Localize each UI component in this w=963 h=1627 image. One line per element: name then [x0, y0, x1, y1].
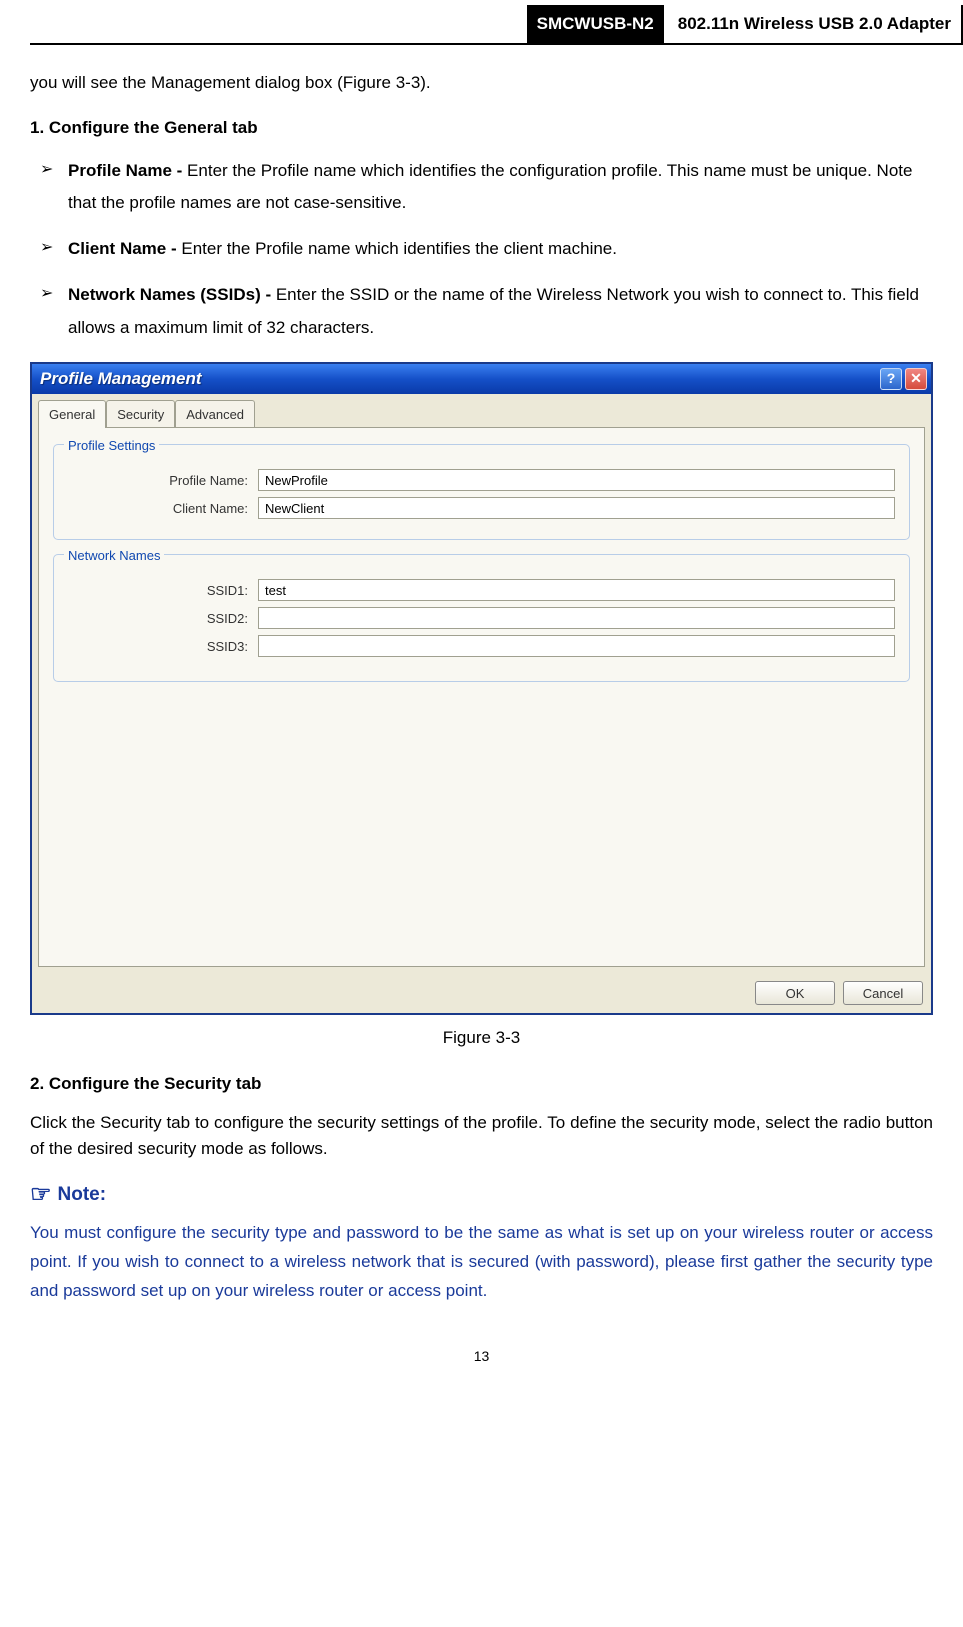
tab-advanced[interactable]: Advanced [175, 400, 255, 428]
ssid2-label: SSID2: [68, 609, 258, 629]
step1-bullets: Profile Name - Enter the Profile name wh… [40, 155, 933, 344]
profile-name-label: Profile Name: [68, 471, 258, 491]
dialog-button-bar: OK Cancel [32, 973, 931, 1013]
tab-general[interactable]: General [38, 400, 106, 429]
ssid1-input[interactable] [258, 579, 895, 601]
help-icon[interactable]: ? [880, 368, 902, 390]
page-header: SMCWUSB-N2 802.11n Wireless USB 2.0 Adap… [30, 5, 963, 45]
client-name-label: Client Name: [68, 499, 258, 519]
figure-caption: Figure 3-3 [30, 1025, 933, 1051]
pointing-hand-icon: ☞ [30, 1177, 52, 1213]
ssid2-input[interactable] [258, 607, 895, 629]
bullet-bold: Network Names (SSIDs) - [68, 285, 276, 304]
bullet-text: Enter the Profile name which identifies … [68, 161, 912, 212]
dialog-tabbody: Profile Settings Profile Name: Client Na… [38, 427, 925, 967]
bullet-client-name: Client Name - Enter the Profile name whi… [40, 233, 933, 265]
dialog-title: Profile Management [40, 366, 880, 392]
header-desc: 802.11n Wireless USB 2.0 Adapter [664, 5, 963, 43]
dialog-tabstrip: General Security Advanced [32, 394, 931, 428]
intro-text: you will see the Management dialog box (… [30, 70, 933, 96]
bullet-network-names: Network Names (SSIDs) - Enter the SSID o… [40, 279, 933, 344]
bullet-text: Enter the Profile name which identifies … [181, 239, 617, 258]
ok-button[interactable]: OK [755, 981, 835, 1005]
bullet-profile-name: Profile Name - Enter the Profile name wh… [40, 155, 933, 220]
note-body: You must configure the security type and… [30, 1219, 933, 1306]
group-profile-settings: Profile Settings Profile Name: Client Na… [53, 444, 910, 540]
ssid3-label: SSID3: [68, 637, 258, 657]
note-label: Note: [58, 1181, 107, 1210]
dialog-titlebar[interactable]: Profile Management ? ✕ [32, 364, 931, 394]
profile-name-input[interactable] [258, 469, 895, 491]
ssid3-input[interactable] [258, 635, 895, 657]
profile-management-dialog: Profile Management ? ✕ General Security … [30, 362, 933, 1016]
ssid1-label: SSID1: [68, 581, 258, 601]
note-header: ☞ Note: [30, 1177, 933, 1213]
step2-title: 2. Configure the Security tab [30, 1071, 933, 1097]
client-name-input[interactable] [258, 497, 895, 519]
page-number: 13 [30, 1346, 933, 1367]
header-model: SMCWUSB-N2 [527, 5, 664, 43]
bullet-bold: Client Name - [68, 239, 181, 258]
cancel-button[interactable]: Cancel [843, 981, 923, 1005]
tab-security[interactable]: Security [106, 400, 175, 428]
step2-body: Click the Security tab to configure the … [30, 1110, 933, 1161]
group-network-names: Network Names SSID1: SSID2: SSID3: [53, 554, 910, 682]
group-legend-profile: Profile Settings [64, 436, 159, 456]
close-icon[interactable]: ✕ [905, 368, 927, 390]
group-legend-network: Network Names [64, 546, 164, 566]
bullet-bold: Profile Name - [68, 161, 187, 180]
step1-title: 1. Configure the General tab [30, 115, 933, 141]
